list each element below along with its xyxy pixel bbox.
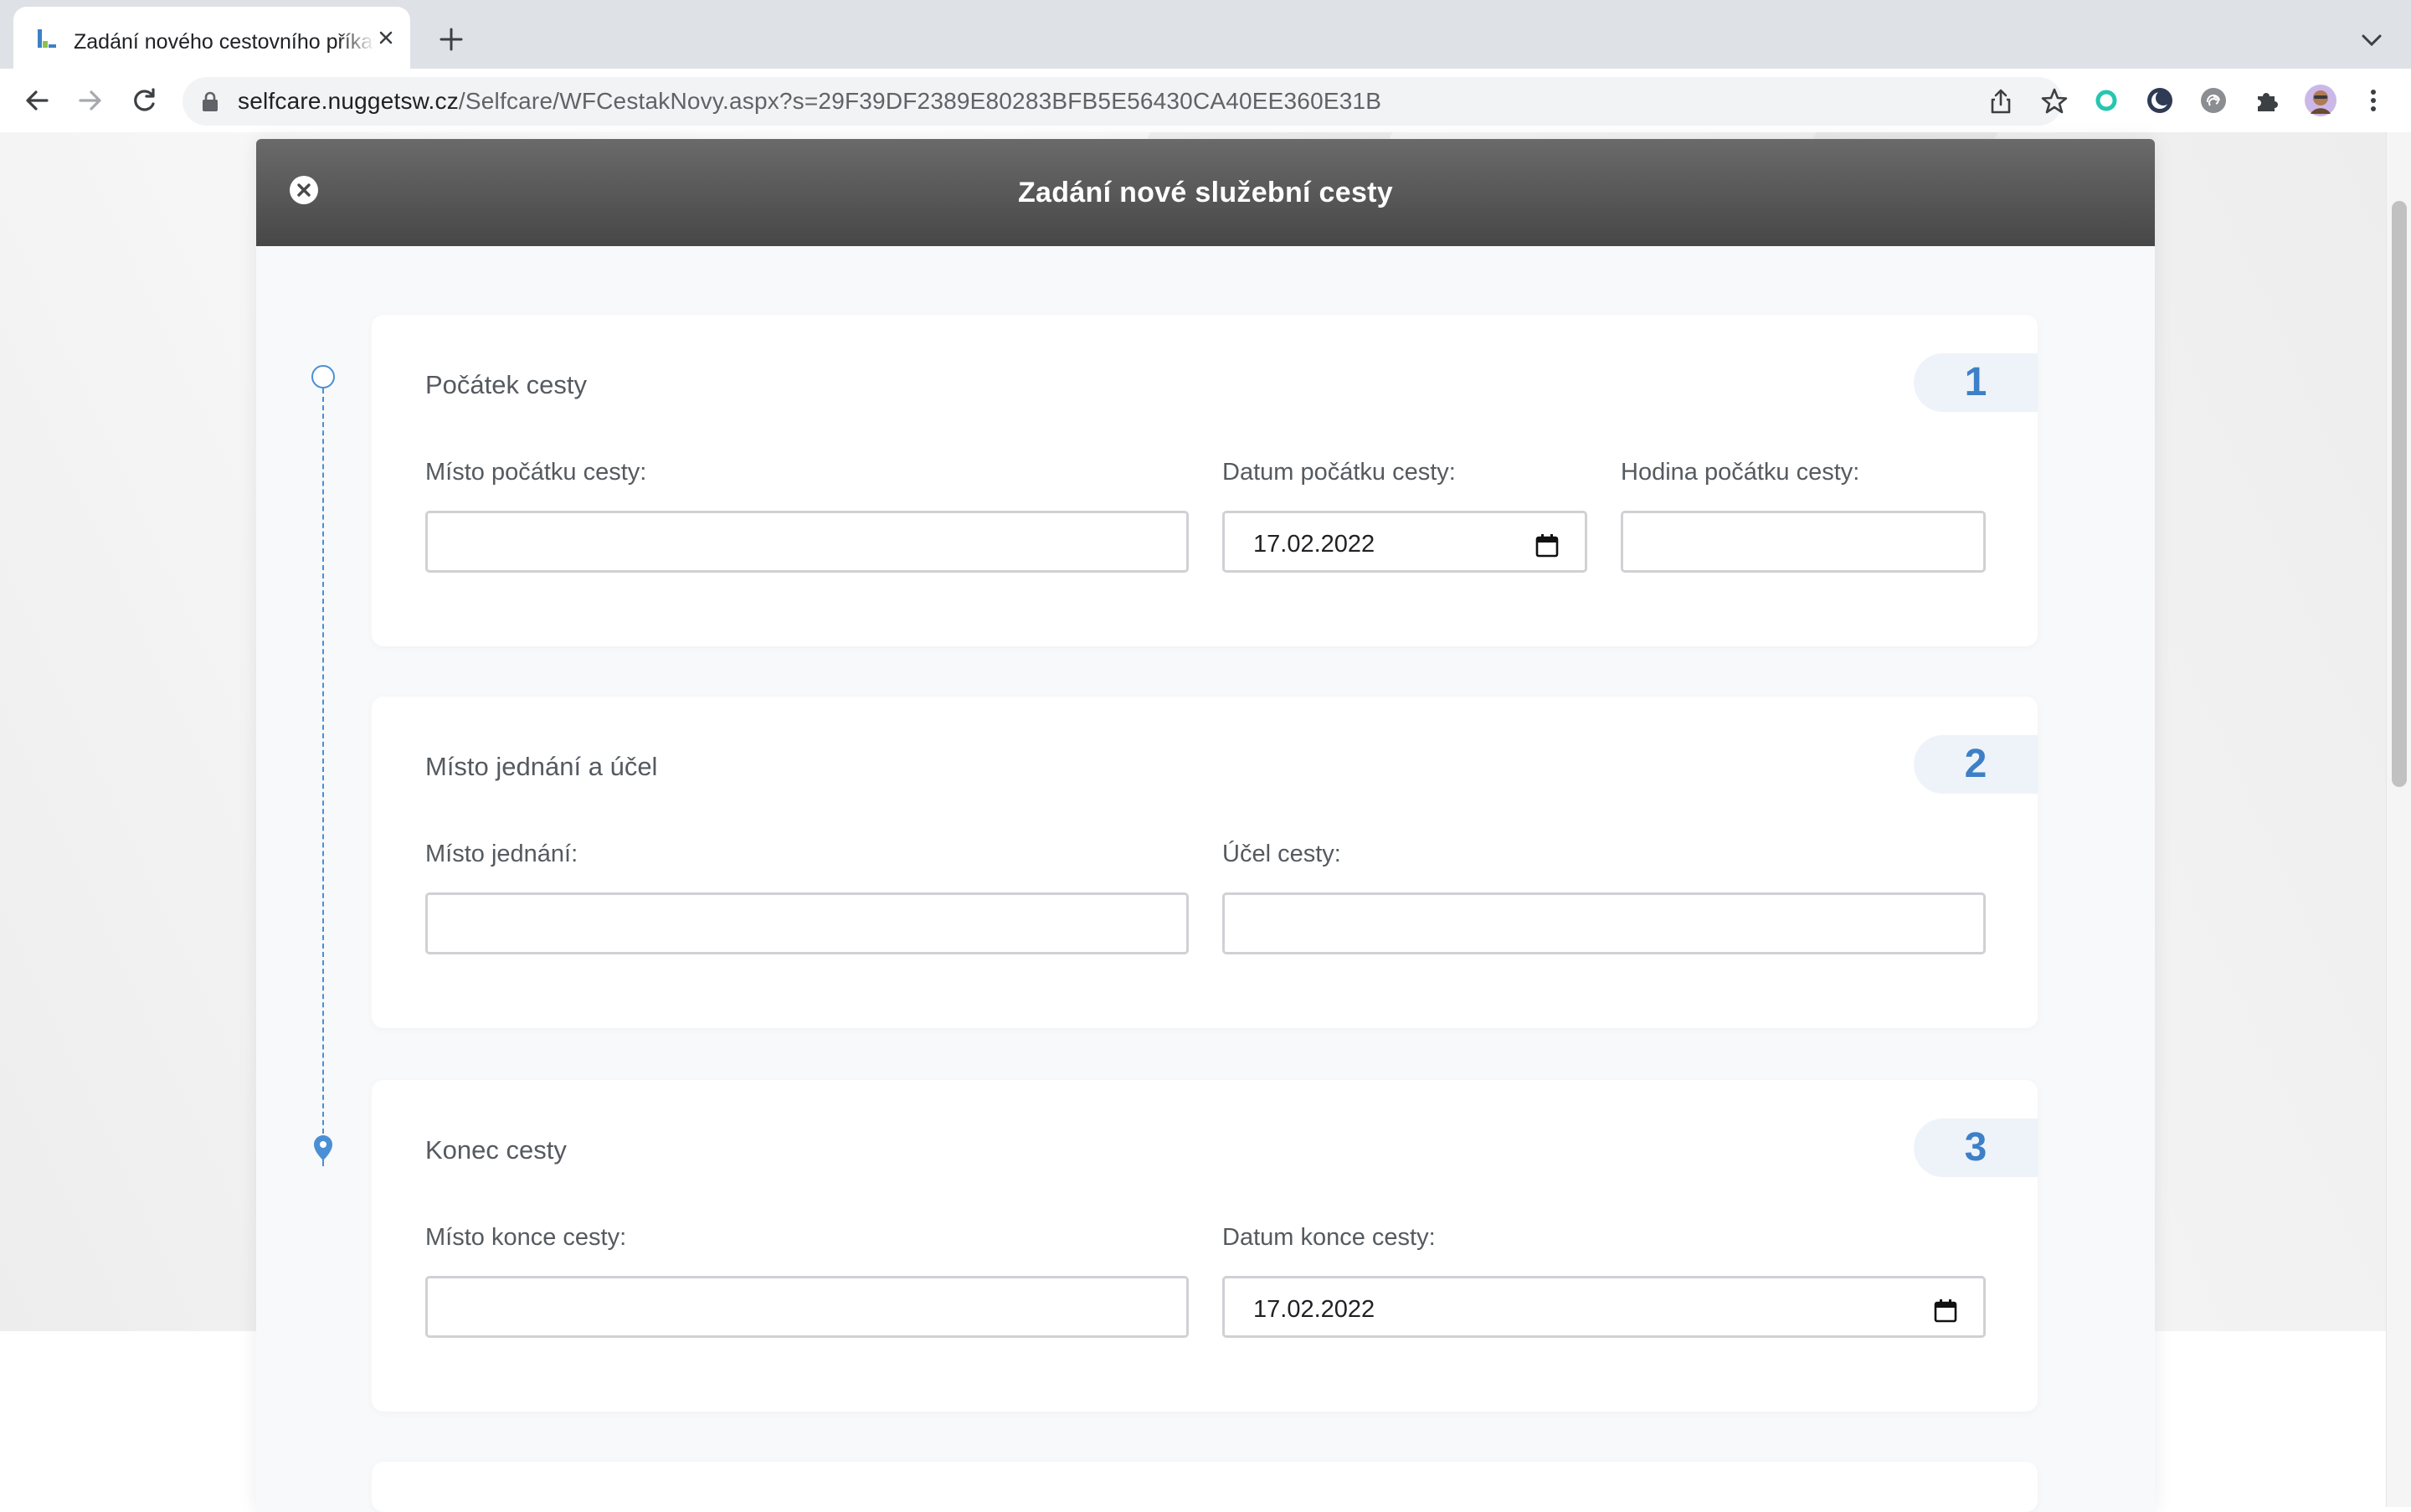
url-text: selfcare.nuggetsw.cz/Selfcare/WFCestakNo… (238, 77, 1381, 126)
browser-tab-title: Zadání nového cestovního příkazu (74, 30, 375, 54)
tab-search-chevron-icon[interactable] (2359, 30, 2384, 50)
site-favicon-icon (38, 29, 56, 48)
meeting-place-input[interactable] (425, 892, 1189, 954)
start-hour-label: Hodina počátku cesty: (1621, 459, 1860, 486)
forward-arrow-icon[interactable] (74, 84, 107, 117)
close-tab-icon[interactable] (373, 25, 398, 50)
extensions-puzzle-icon[interactable] (2252, 85, 2282, 116)
card-next-step (372, 1462, 2038, 1512)
step-badge-3: 3 (1914, 1119, 2038, 1177)
timeline-start-marker (311, 365, 335, 388)
modal-title: Zadání nové služební cesty (1017, 177, 1394, 208)
back-arrow-icon[interactable] (20, 84, 54, 117)
browser-tab[interactable]: Zadání nového cestovního příkazu (13, 7, 410, 69)
start-place-input[interactable] (425, 511, 1189, 573)
step-badge-1: 1 (1914, 353, 2038, 412)
end-date-input[interactable]: 17.02.2022 (1222, 1276, 1986, 1338)
step-badge-2: 2 (1914, 735, 2038, 794)
end-place-label: Místo konce cesty: (425, 1224, 627, 1251)
meeting-place-label: Místo jednání: (425, 841, 578, 867)
end-date-label: Datum konce cesty: (1222, 1224, 1436, 1251)
trip-purpose-label: Účel cesty: (1222, 841, 1341, 867)
url-host: selfcare.nuggetsw.cz (238, 88, 459, 114)
start-hour-input[interactable] (1621, 511, 1986, 573)
lock-icon (203, 91, 218, 111)
timeline-line (322, 388, 324, 1142)
end-date-value: 17.02.2022 (1253, 1296, 1375, 1323)
calendar-icon[interactable] (1535, 533, 1560, 558)
card-title-meeting-purpose: Místo jednání a účel (425, 752, 658, 781)
page-scrollbar[interactable] (2386, 132, 2411, 1507)
browser-menu-icon[interactable] (2361, 85, 2386, 116)
bookmark-star-icon[interactable] (2039, 86, 2069, 116)
start-place-label: Místo počátku cesty: (425, 459, 647, 486)
url-path: /Selfcare/WFCestakNovy.aspx?s=29F39DF238… (458, 88, 1382, 114)
start-date-input[interactable]: 17.02.2022 (1222, 511, 1587, 573)
start-date-label: Datum počátku cesty: (1222, 459, 1456, 486)
share-icon[interactable] (1986, 86, 2016, 116)
address-bar[interactable]: selfcare.nuggetsw.cz/Selfcare/WFCestakNo… (182, 77, 2068, 126)
card-title-trip-start: Počátek cesty (425, 370, 587, 399)
location-pin-icon (314, 1135, 332, 1166)
card-title-trip-end: Konec cesty (425, 1135, 567, 1165)
end-place-input[interactable] (425, 1276, 1189, 1338)
reload-icon[interactable] (127, 84, 161, 117)
extension-moon-icon[interactable] (2145, 85, 2175, 116)
trip-purpose-input[interactable] (1222, 892, 1986, 954)
extension-ring-icon[interactable] (2091, 85, 2121, 116)
scrollbar-thumb[interactable] (2392, 201, 2407, 787)
extension-fingerprint-icon[interactable] (2198, 85, 2229, 116)
profile-avatar[interactable] (2304, 84, 2337, 117)
card-meeting-purpose (372, 697, 2038, 1028)
new-tab-icon[interactable] (437, 25, 465, 54)
start-date-value: 17.02.2022 (1253, 531, 1375, 558)
modal-header: Zadání nové služební cesty (256, 139, 2155, 246)
calendar-icon[interactable] (1933, 1299, 1958, 1324)
